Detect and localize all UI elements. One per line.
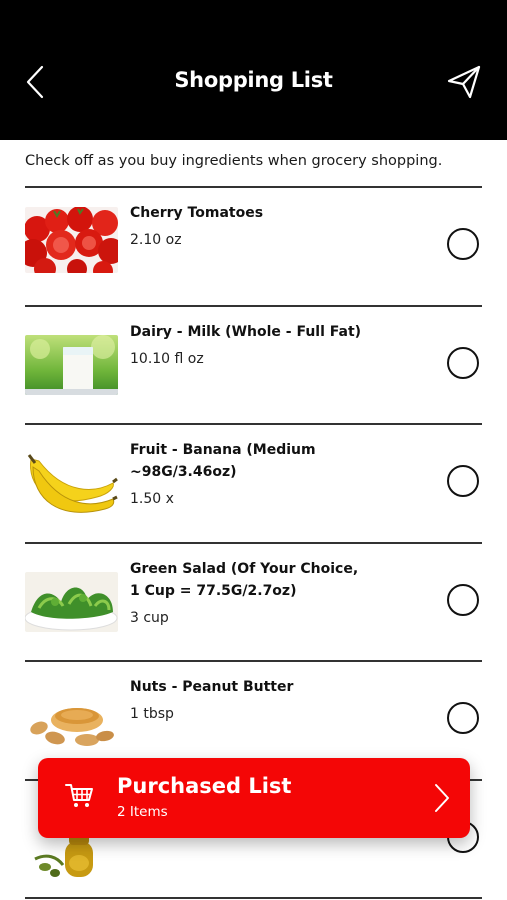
purchased-list-button[interactable]: Purchased List 2 Items xyxy=(38,758,470,838)
list-item: Green Salad (Of Your Choice, 1 Cup = 77.… xyxy=(25,544,482,662)
item-name: Green Salad (Of Your Choice, 1 Cup = 77.… xyxy=(130,560,359,599)
paper-plane-icon xyxy=(447,65,481,99)
item-name: Fruit - Banana (Medium ~98G/3.46oz) xyxy=(130,442,316,480)
divider xyxy=(25,897,482,899)
item-quantity: 1 tbsp xyxy=(130,706,174,722)
item-quantity: 1.50 x xyxy=(130,491,174,507)
green-salad-image xyxy=(25,571,118,632)
checkbox[interactable] xyxy=(447,702,479,734)
peanut-butter-image xyxy=(25,690,118,752)
item-name: Cherry Tomatoes xyxy=(130,205,264,221)
instructions-text: Check off as you buy ingredients when gr… xyxy=(25,153,443,169)
list-item: Dairy - Milk (Whole - Full Fat) 10.10 fl… xyxy=(25,307,482,425)
milk-glass-image xyxy=(25,334,118,395)
checkbox[interactable] xyxy=(447,583,479,616)
item-quantity: 2.10 oz xyxy=(130,232,182,248)
shopping-cart-icon xyxy=(65,784,93,807)
checkbox[interactable] xyxy=(447,465,479,497)
send-button[interactable] xyxy=(442,60,486,104)
header-bar: Shopping List xyxy=(0,0,507,140)
page-title: Shopping List xyxy=(174,68,333,92)
purchased-list-title: Purchased List xyxy=(117,774,292,798)
checkbox[interactable] xyxy=(447,346,479,379)
purchased-item-count: 2 Items xyxy=(117,804,168,820)
list-item: Fruit - Banana (Medium ~98G/3.46oz) 1.50… xyxy=(25,425,482,544)
list-item: Cherry Tomatoes 2.10 oz xyxy=(25,188,482,307)
chevron-right-icon xyxy=(435,784,449,812)
item-quantity: 3 cup xyxy=(130,609,169,626)
item-quantity: 10.10 fl oz xyxy=(130,350,204,367)
checkbox[interactable] xyxy=(447,228,479,260)
item-name: Dairy - Milk (Whole - Full Fat) xyxy=(130,323,362,340)
bananas-image xyxy=(25,447,118,521)
item-name: Nuts - Peanut Butter xyxy=(130,679,294,695)
cherry-tomatoes-image xyxy=(25,207,118,273)
